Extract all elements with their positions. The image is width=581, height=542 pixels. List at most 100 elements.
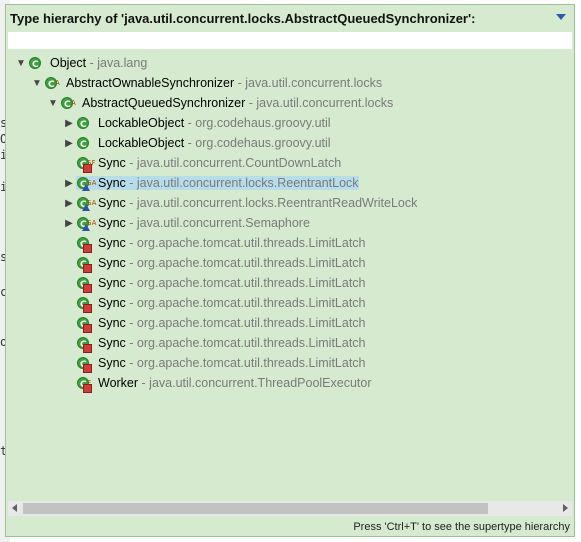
package-name: - org.codehaus.groovy.util [184,116,331,130]
scroll-right-icon[interactable] [563,504,568,512]
package-name: - java.util.concurrent.locks.ReentrantRe… [125,196,418,210]
tree-item-label-wrap[interactable]: Sync - org.apache.tomcat.util.threads.Li… [76,255,366,275]
type-name: Sync [98,276,126,290]
tree-item[interactable]: F Worker - java.util.concurrent.ThreadPoo… [62,373,372,395]
private-static-final-class-icon: SF [76,155,95,175]
class-icon [28,55,44,75]
tree-item[interactable]: ▼Object - java.lang [14,53,148,75]
expand-chevron-right-icon[interactable]: ▶ [62,134,76,154]
type-name: Object [50,56,87,70]
package-name: - org.apache.tomcat.util.threads.LimitLa… [125,276,366,290]
expand-chevron-down-icon[interactable]: ▼ [46,94,60,114]
tree-item[interactable]: ▶SASync - java.util.concurrent.locks.Ree… [62,193,418,215]
tree-item-label-wrap[interactable]: A AbstractQueuedSynchronizer - java.util.… [60,95,394,115]
hierarchy-tree: ▼Object - java.lang▼AAbstractOwnableSync… [6,53,574,499]
tree-item[interactable]: ▶LockableObject - org.codehaus.groovy.ut… [62,133,331,155]
package-name: - java.util.concurrent.locks [234,76,383,90]
package-name: - org.apache.tomcat.util.threads.LimitLa… [125,336,366,350]
package-name: - java.util.concurrent.locks.ReentrantLo… [125,176,359,190]
type-name: Sync [98,296,126,310]
modifier-badge: A [71,98,76,107]
tree-item-label-wrap[interactable]: F Worker - java.util.concurrent.ThreadPoo… [76,375,372,395]
tree-item[interactable]: ▶SASync - java.util.concurrent.locks.Ree… [62,173,359,195]
package-name: - java.lang [86,56,148,70]
expand-chevron-down-icon[interactable]: ▼ [30,74,44,94]
type-hierarchy-popup: Type hierarchy of 'java.util.concurrent.… [5,4,575,537]
package-name: - org.apache.tomcat.util.threads.LimitLa… [125,256,366,270]
private-class-icon [76,275,92,295]
type-name: Sync [98,336,126,350]
tree-item[interactable]: Sync - org.apache.tomcat.util.threads.Li… [62,273,366,295]
tree-item-label-wrap[interactable]: LockableObject - org.codehaus.groovy.uti… [76,135,331,155]
type-name: Sync [98,196,126,210]
modifier-badge: A [55,78,60,87]
tree-item[interactable]: Sync - org.apache.tomcat.util.threads.Li… [62,333,366,355]
view-menu-chevron-icon[interactable] [556,14,566,20]
tree-item-label-wrap[interactable]: Sync - org.apache.tomcat.util.threads.Li… [76,295,366,315]
tree-item[interactable]: Sync - org.apache.tomcat.util.threads.Li… [62,293,366,315]
tree-item-label-wrap[interactable]: Sync - org.apache.tomcat.util.threads.Li… [76,355,366,375]
abstract-class-icon: A [44,75,60,95]
tree-item[interactable]: ▶SASync - java.util.concurrent.Semaphore [62,213,310,235]
package-name: - org.apache.tomcat.util.threads.LimitLa… [125,236,366,250]
tree-item[interactable]: ▼ A AbstractQueuedSynchronizer - java.util… [46,93,394,115]
tree-item[interactable]: ▶LockableObject - org.codehaus.groovy.ut… [62,113,331,135]
tree-item-label-wrap[interactable]: SFSync - java.util.concurrent.CountDownL… [76,155,341,175]
tree-item-label-wrap[interactable]: Sync - org.apache.tomcat.util.threads.Li… [76,235,366,255]
scrollbar-thumb[interactable] [23,503,488,514]
private-class-icon [76,335,92,355]
tree-item-label-wrap[interactable]: A AbstractOwnableSynchronizer - java.util… [44,75,383,95]
tree-item-label-wrap[interactable]: SASync - java.util.concurrent.locks.Reen… [76,195,418,215]
package-name: - java.util.concurrent.Semaphore [125,216,310,230]
class-icon [76,135,92,155]
type-name: Sync [98,356,126,370]
popup-title: Type hierarchy of 'java.util.concurrent.… [10,11,476,26]
type-name: Worker [98,376,139,390]
tree-item-label-wrap[interactable]: Sync - org.apache.tomcat.util.threads.Li… [76,335,366,355]
filter-input[interactable] [8,32,572,49]
private-class-icon [76,355,92,375]
tree-item[interactable]: Sync - org.apache.tomcat.util.threads.Li… [62,233,366,255]
private-class-icon [76,235,92,255]
package-name: - org.apache.tomcat.util.threads.LimitLa… [125,356,366,370]
abstract-static-class-icon: SA [76,215,96,235]
package-name: - org.apache.tomcat.util.threads.LimitLa… [125,316,366,330]
expand-chevron-right-icon[interactable]: ▶ [62,114,76,134]
package-name: - org.codehaus.groovy.util [184,136,331,150]
abstract-static-class-icon: SA [76,175,96,195]
expand-chevron-right-icon[interactable]: ▶ [62,194,76,214]
private-class-icon [76,255,92,275]
tree-item-label-wrap[interactable]: Sync - org.apache.tomcat.util.threads.Li… [76,275,366,295]
expand-chevron-down-icon[interactable]: ▼ [14,54,28,74]
type-name: Sync [98,156,126,170]
tree-item-label-wrap[interactable]: LockableObject - org.codehaus.groovy.uti… [76,115,331,135]
modifier-badge: F [87,378,92,387]
tree-item[interactable]: ▼ A AbstractOwnableSynchronizer - java.uti… [30,73,383,95]
private-class-icon [76,295,92,315]
type-name: LockableObject [98,116,185,130]
package-name: - java.util.concurrent.ThreadPoolExecuto… [138,376,372,390]
tree-item-label-wrap[interactable]: SASync - java.util.concurrent.locks.Reen… [76,175,359,195]
horizontal-scrollbar[interactable] [8,501,572,516]
tree-item[interactable]: Sync - org.apache.tomcat.util.threads.Li… [62,253,366,275]
modifier-badge: SA [87,178,97,187]
tree-item-label-wrap[interactable]: Object - java.lang [28,55,148,75]
tree-item[interactable]: SFSync - java.util.concurrent.CountDownL… [62,153,341,175]
expand-chevron-right-icon[interactable]: ▶ [62,214,76,234]
type-name: AbstractQueuedSynchronizer [82,96,246,110]
type-name: Sync [98,316,126,330]
class-icon [76,115,92,135]
abstract-static-class-icon: SA [76,195,96,215]
tree-item-label-wrap[interactable]: Sync - org.apache.tomcat.util.threads.Li… [76,315,366,335]
scroll-left-icon[interactable] [12,504,17,512]
type-name: Sync [98,256,126,270]
type-name: Sync [98,176,126,190]
expand-chevron-right-icon[interactable]: ▶ [62,174,76,194]
type-name: LockableObject [98,136,185,150]
modifier-badge: SA [87,198,97,207]
tree-item-label-wrap[interactable]: SASync - java.util.concurrent.Semaphore [76,215,310,235]
status-hint: Press 'Ctrl+T' to see the supertype hier… [353,521,570,533]
tree-item[interactable]: Sync - org.apache.tomcat.util.threads.Li… [62,353,366,375]
tree-item[interactable]: Sync - org.apache.tomcat.util.threads.Li… [62,313,366,335]
package-name: - java.util.concurrent.locks [245,96,394,110]
